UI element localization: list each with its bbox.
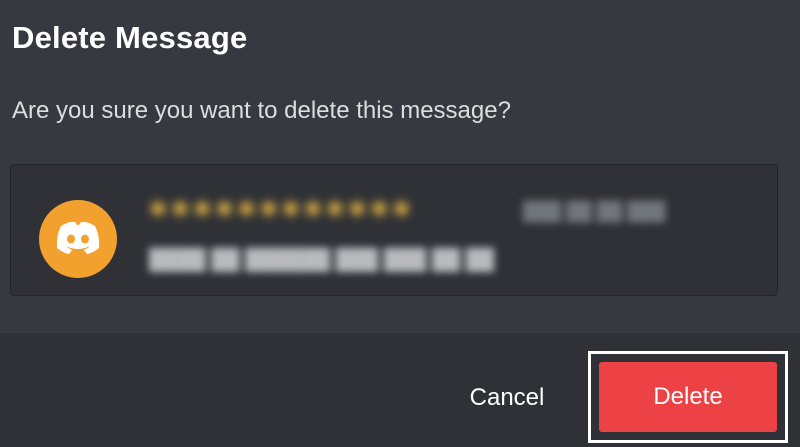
delete-message-dialog: Delete Message Are you sure you want to … — [0, 0, 800, 447]
cancel-button[interactable]: Cancel — [452, 371, 562, 425]
blurred-username: ●●●●●●●●●●●● — [149, 191, 415, 224]
blurred-timestamp: ███ ██ ██ ███ — [523, 201, 666, 221]
message-preview: ●●●●●●●●●●●● ███ ██ ██ ███ ████ ██ █████… — [10, 164, 778, 296]
dialog-title: Delete Message — [12, 20, 248, 55]
dialog-footer: Cancel Delete — [0, 333, 800, 447]
avatar — [39, 200, 117, 278]
delete-button[interactable]: Delete — [599, 362, 777, 432]
discord-logo-icon — [56, 221, 100, 254]
delete-button-highlight: Delete — [588, 351, 788, 443]
blurred-message-content: ████ ██ ██████ ███ ███ ██ ██ — [149, 249, 495, 271]
dialog-prompt: Are you sure you want to delete this mes… — [12, 97, 511, 124]
